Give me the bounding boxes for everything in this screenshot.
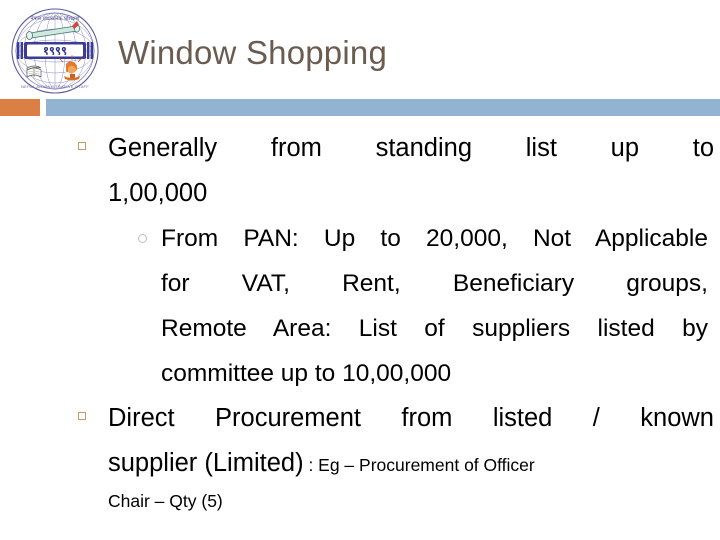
svg-text:नेपाल प्रशासनिक प्रशिक्षण: नेपाल प्रशासनिक प्रशिक्षण [30,15,79,22]
bullet-from-pan-limits: From PAN: Up to 20,000, Not Applicable f… [136,216,708,396]
bullet-line-2-note: : Eg – Procurement of Officer [303,455,535,475]
bullet-line-2: 1,00,000 [108,179,208,207]
sub-bullet-line-4: committee up to 10,00,000 [161,360,452,387]
bullet-line-2-main: supplier (Limited) [108,449,304,477]
page-title: Window Shopping [118,34,387,71]
bullet-line-1: Direct Procurement from listed / known [108,404,714,432]
circle-bullet-icon [138,234,147,243]
slide-body: Generally from standing list up to 1,00,… [0,126,720,516]
bullet-generally-from-standing-list: Generally from standing list up to 1,00,… [76,126,714,396]
bullet-list-level-2: From PAN: Up to 20,000, Not Applicable f… [108,216,714,396]
bullet-direct-procurement: Direct Procurement from listed / known s… [76,396,714,516]
bullet-line-1: Generally from standing list up to [108,134,714,162]
slide-header: नेपाल प्रशासनिक प्रशिक्षण NEPAL ADMINIST… [0,0,720,100]
bullet-list-level-1: Generally from standing list up to 1,00,… [0,126,720,516]
bullet-line-3-note: Chair – Qty (5) [108,491,223,511]
accent-bar-blue [46,99,720,116]
bullet-line-2: supplier (Limited) : Eg – Procurement of… [108,441,714,486]
svg-text:NEPAL ADMINISTRATIVE STAFF: NEPAL ADMINISTRATIVE STAFF [21,84,89,89]
sub-bullet-line-1: From PAN: Up to 20,000, Not Applicable [161,225,708,252]
slide-canvas: नेपाल प्रशासनिक प्रशिक्षण NEPAL ADMINIST… [0,0,720,540]
sub-bullet-line-3: Remote Area: List of suppliers listed by [161,315,708,342]
square-bullet-icon [78,412,86,420]
institution-logo-icon: नेपाल प्रशासनिक प्रशिक्षण NEPAL ADMINIST… [6,6,104,96]
svg-text:१९९९: १९९९ [43,44,67,58]
square-bullet-icon [78,142,86,150]
accent-bar-orange [0,99,40,116]
sub-bullet-line-2: for VAT, Rent, Beneficiary groups, [161,270,708,297]
